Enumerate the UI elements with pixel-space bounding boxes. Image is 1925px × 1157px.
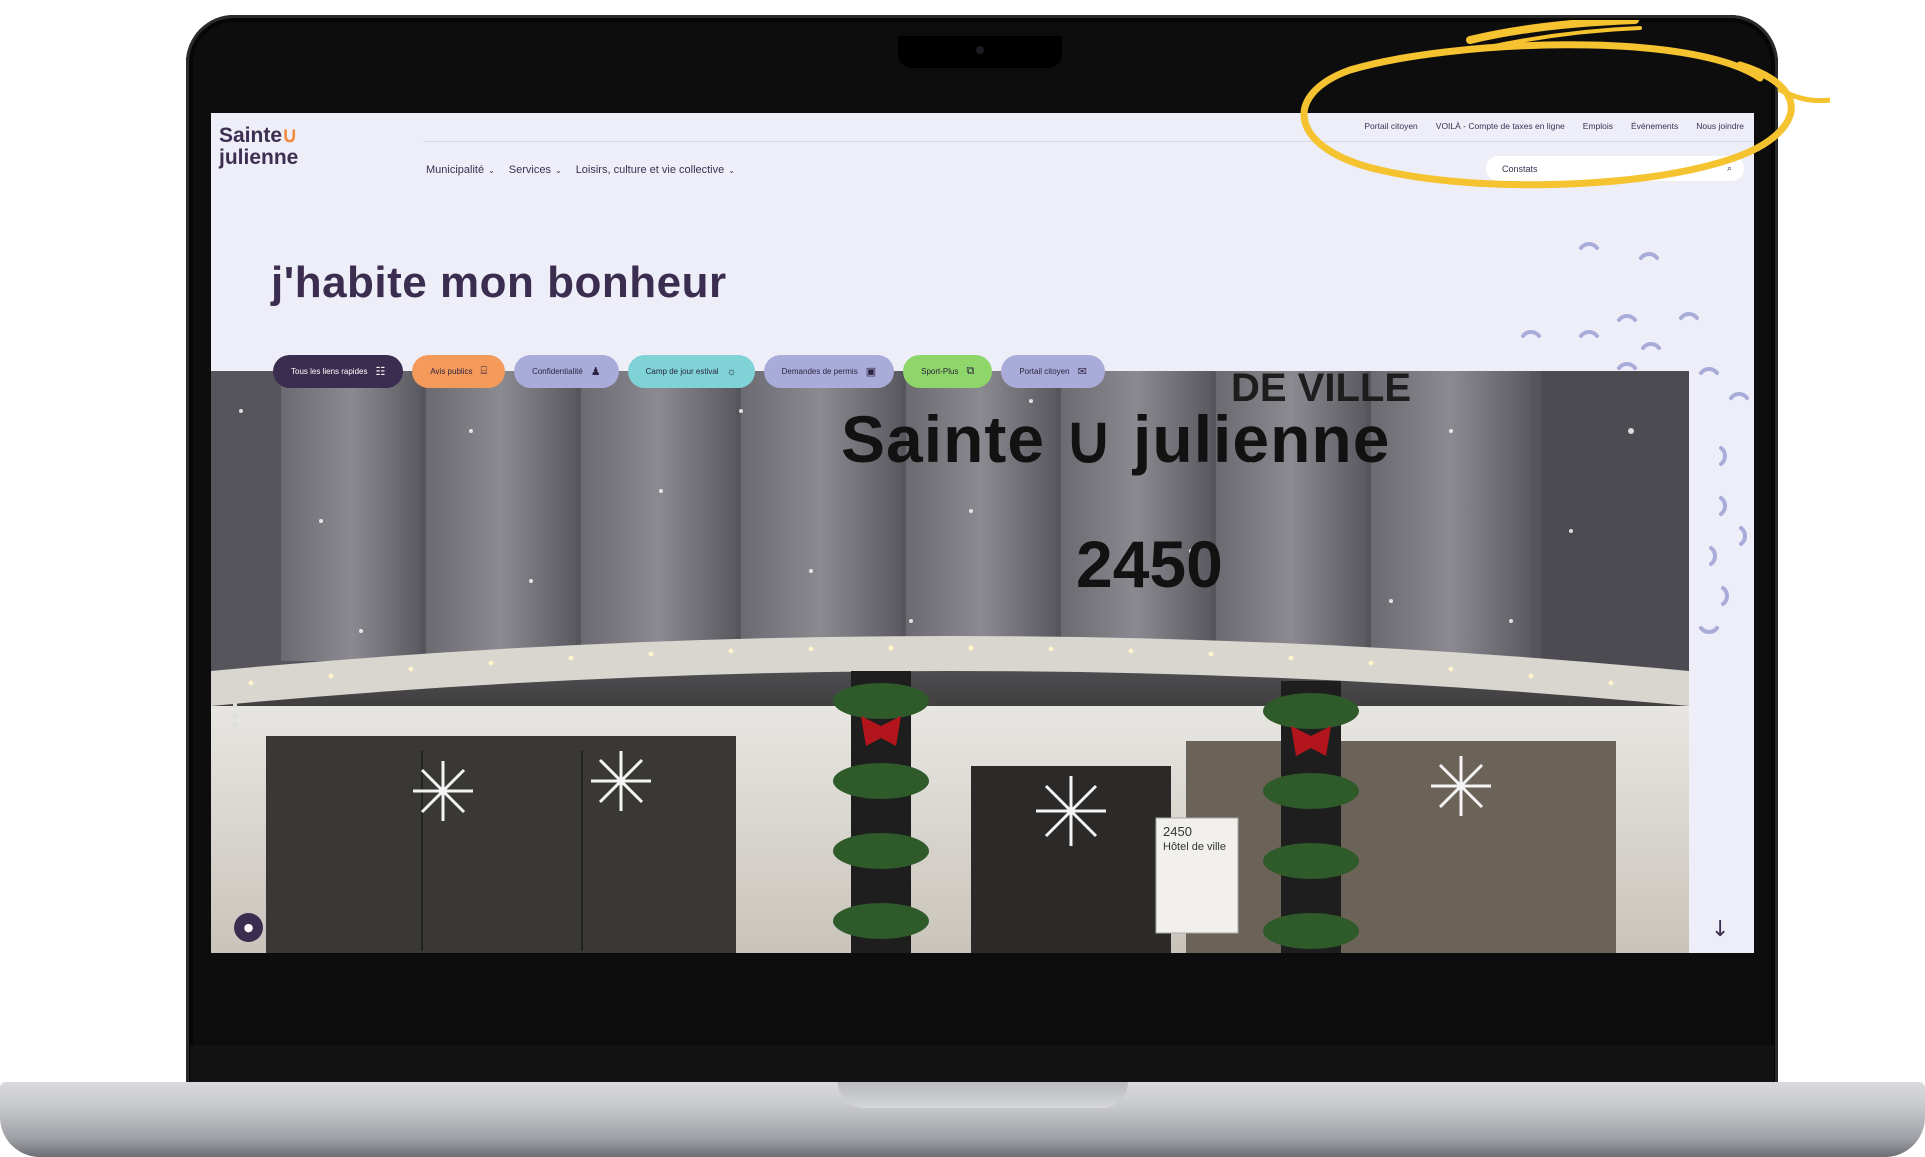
chevron-down-icon: ⌄ xyxy=(554,166,562,175)
quick-link-label: Confidentialité xyxy=(532,367,583,376)
nav-item-label: Loisirs, culture et vie collective xyxy=(575,164,725,176)
building-number: 2450 xyxy=(1076,527,1223,601)
quick-link-sport-plus[interactable]: Sport-Plus ⧉ xyxy=(903,355,993,388)
utility-nav: Portail citoyen VOILÀ - Compte de taxes … xyxy=(1364,121,1744,131)
sun-icon: ☼ xyxy=(726,365,737,378)
user-lock-icon: ♟ xyxy=(590,366,601,378)
laptop-base-notch xyxy=(838,1082,1128,1108)
carousel-dot[interactable] xyxy=(233,703,237,707)
nav-item-services[interactable]: Services ⌄ xyxy=(509,164,562,176)
chevron-down-icon: ⌄ xyxy=(728,166,735,175)
quick-link-demandes-permis[interactable]: Demandes de permis ▣ xyxy=(763,355,895,388)
quick-link-all[interactable]: Tous les liens rapides ☷ xyxy=(273,355,404,388)
quick-link-camp-de-jour[interactable]: Camp de jour estival ☼ xyxy=(627,355,755,388)
bezel-bottom xyxy=(190,1045,1774,1085)
utility-link-emplois[interactable]: Emplois xyxy=(1583,121,1613,131)
document-icon: ⌸ xyxy=(480,365,488,377)
monitor-icon: ▣ xyxy=(865,366,877,378)
quick-link-avis-publics[interactable]: Avis publics ⌸ xyxy=(412,355,506,388)
browser-screen: Sainte∪ julienne Portail citoyen VOILÀ -… xyxy=(211,113,1754,953)
quick-links: Tous les liens rapides ☷ Avis publics ⌸ Co… xyxy=(273,355,1105,388)
screens-icon: ⧉ xyxy=(966,365,975,377)
carousel-dot[interactable] xyxy=(233,713,237,717)
utility-link-nous-joindre[interactable]: Nous joindre xyxy=(1696,121,1744,131)
search-icon[interactable]: ⌕ xyxy=(1727,163,1732,174)
search-input[interactable]: Constats ⌕ xyxy=(1486,156,1744,181)
quick-link-label: Demandes de permis xyxy=(781,367,858,376)
chevron-down-icon: ⌄ xyxy=(488,166,495,175)
quick-link-label: Camp de jour estival xyxy=(645,367,719,376)
quick-link-label: Avis publics xyxy=(430,367,473,376)
quick-link-portail-citoyen[interactable]: Portail citoyen ✉ xyxy=(1001,355,1105,388)
utility-link-evenements[interactable]: Événements xyxy=(1631,121,1678,131)
nav-item-loisirs[interactable]: Loisirs, culture et vie collective ⌄ xyxy=(576,164,735,176)
search-value: Constats xyxy=(1502,163,1538,174)
carousel-dot[interactable] xyxy=(233,723,237,727)
nav-item-label: Municipalité xyxy=(426,164,485,176)
logo-line1: Sainte xyxy=(219,124,283,147)
nav-item-label: Services xyxy=(508,164,551,176)
camera-icon xyxy=(976,46,984,54)
chat-button[interactable]: ● xyxy=(234,913,263,942)
page-title: j'habite mon bonheur xyxy=(271,258,727,307)
scroll-down-icon[interactable]: ↓ xyxy=(1711,917,1729,942)
grid-icon: ☷ xyxy=(375,366,386,378)
utility-link-voila[interactable]: VOILÀ - Compte de taxes en ligne xyxy=(1436,121,1565,131)
building-sign-name: Sainte ∪ julienne xyxy=(841,402,1391,476)
nav-item-municipalite[interactable]: Municipalité ⌄ xyxy=(426,164,495,176)
quick-link-label: Sport-Plus xyxy=(921,367,959,376)
quick-link-label: Tous les liens rapides xyxy=(291,367,368,376)
carousel-dots[interactable] xyxy=(233,703,237,733)
utility-link-portail[interactable]: Portail citoyen xyxy=(1364,121,1417,131)
main-nav: Municipalité ⌄ Services ⌄ Loisirs, culture… xyxy=(426,164,735,176)
door-plaque-number: 2450 xyxy=(1163,824,1192,839)
megaphone-icon: ✉ xyxy=(1077,366,1087,378)
logo-line2: julienne xyxy=(219,146,299,169)
quick-link-confidentialite[interactable]: Confidentialité ♟ xyxy=(514,355,619,388)
site-logo[interactable]: Sainte∪ julienne xyxy=(219,125,298,169)
logo-smile-icon: ∪ xyxy=(282,124,298,147)
header-divider xyxy=(423,141,1754,142)
hero-image: DE VILLE Sainte ∪ julienne 2450 2450 Hôt… xyxy=(211,371,1689,953)
quick-link-label: Portail citoyen xyxy=(1019,367,1070,376)
chat-icon: ● xyxy=(243,921,254,934)
door-plaque-label: Hôtel de ville xyxy=(1163,841,1226,853)
